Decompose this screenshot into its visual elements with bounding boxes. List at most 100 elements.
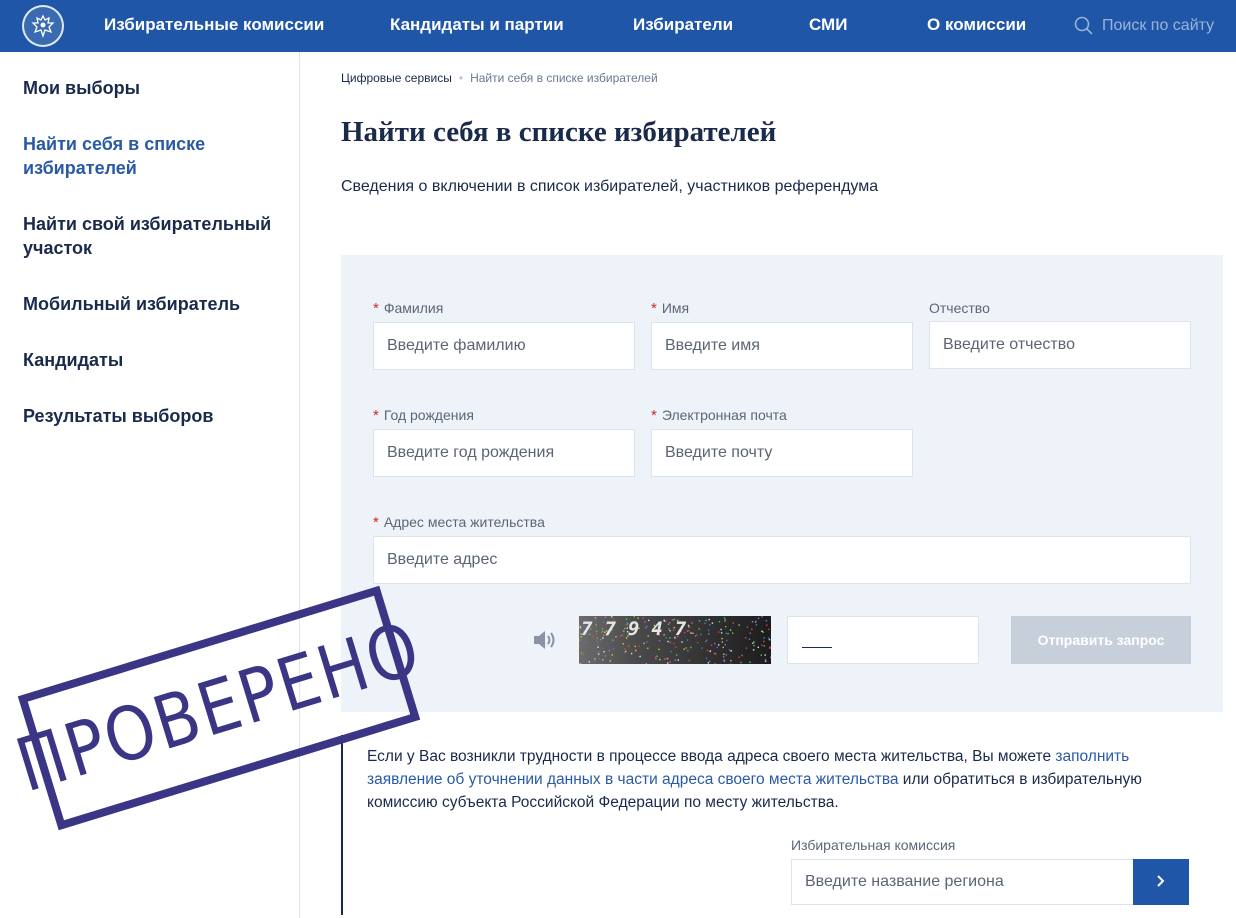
captcha-noise-dot (676, 654, 678, 656)
captcha-noise-dot (721, 637, 723, 640)
captcha-noise-dot (630, 652, 633, 655)
captcha-noise-dot (724, 644, 726, 646)
emblem-logo[interactable] (22, 5, 64, 47)
captcha-noise-dot (698, 620, 701, 622)
captcha-noise-dot (656, 655, 658, 657)
captcha-noise-dot (726, 639, 728, 642)
captcha-noise-dot (664, 658, 666, 660)
captcha-noise-dot (761, 630, 763, 632)
captcha-noise-dot (718, 644, 720, 646)
required-mark: * (651, 300, 657, 317)
nav-item-about[interactable]: О комиссии (927, 15, 1026, 35)
birth-year-label: * Год рождения (373, 407, 474, 424)
search-input[interactable] (1102, 17, 1232, 35)
search-icon[interactable] (1074, 16, 1094, 36)
captcha-input-field[interactable] (787, 616, 979, 664)
captcha-noise-dot (761, 616, 763, 618)
captcha-noise-dot (647, 647, 649, 649)
sidebar-item-my-elections[interactable]: Мои выборы (23, 76, 283, 100)
captcha-noise-dot (708, 618, 710, 621)
breadcrumb-link-digital-services[interactable]: Цифровые сервисы (341, 71, 452, 85)
required-mark: * (373, 407, 379, 424)
captcha-code: 77947 (581, 618, 699, 640)
region-search-input[interactable] (791, 859, 1134, 905)
captcha-noise-dot (581, 654, 584, 656)
captcha-noise-dot (588, 661, 590, 663)
captcha-noise-dot (705, 657, 708, 660)
captcha-noise-dot (752, 642, 754, 644)
captcha-noise-dot (609, 660, 611, 662)
top-navigation: Избирательные комиссии Кандидаты и парти… (0, 0, 1236, 52)
captcha-noise-dot (727, 632, 729, 635)
captcha-noise-dot (701, 647, 703, 649)
captcha-noise-dot (604, 655, 607, 657)
captcha-noise-dot (594, 658, 596, 660)
captcha-noise-dot (770, 656, 771, 659)
captcha-noise-dot (709, 650, 711, 653)
captcha-noise-dot (748, 638, 751, 640)
captcha-noise-dot (673, 642, 675, 645)
captcha-noise-dot (751, 628, 753, 631)
captcha-noise-dot (704, 622, 706, 624)
nav-item-commissions[interactable]: Избирательные комиссии (104, 15, 324, 35)
captcha-image: 77947 (579, 616, 771, 664)
email-label: * Электронная почта (651, 407, 787, 424)
captcha-noise-dot (643, 642, 645, 645)
breadcrumb-separator: • (458, 71, 464, 85)
sidebar-item-mobile-voter[interactable]: Мобильный избиратель (23, 292, 283, 316)
captcha-noise-dot (718, 621, 721, 623)
captcha-noise-dot (669, 641, 671, 644)
captcha-noise-dot (658, 639, 661, 642)
captcha-noise-dot (623, 651, 626, 653)
captcha-noise-dot (683, 648, 685, 650)
captcha-noise-dot (744, 637, 747, 639)
required-mark: * (651, 407, 657, 424)
captcha-noise-dot (749, 632, 751, 634)
captcha-noise-dot (608, 649, 611, 652)
captcha-noise-dot (639, 655, 641, 658)
speaker-icon (534, 631, 555, 649)
lastname-label: * Фамилия (373, 300, 444, 317)
nav-item-media[interactable]: СМИ (809, 15, 847, 35)
commission-label: Избирательная комиссия (791, 837, 956, 853)
captcha-noise-dot (667, 640, 669, 643)
captcha-noise-dot (720, 632, 723, 634)
sidebar-item-find-in-voter-list[interactable]: Найти себя в списке избирателей (23, 132, 283, 180)
address-field[interactable] (373, 536, 1191, 584)
captcha-noise-dot (690, 646, 692, 649)
captcha-noise-dot (725, 626, 727, 628)
sidebar-item-election-results[interactable]: Результаты выборов (23, 404, 283, 428)
nav-item-voters[interactable]: Избиратели (633, 15, 733, 35)
captcha-noise-dot (757, 617, 760, 619)
breadcrumb-current: Найти себя в списке избирателей (470, 71, 658, 85)
captcha-noise-dot (677, 659, 679, 661)
birth-year-field[interactable] (373, 429, 635, 477)
captcha-noise-dot (628, 645, 630, 648)
submit-request-button[interactable]: Отправить запрос (1011, 616, 1191, 664)
captcha-noise-dot (768, 638, 771, 641)
captcha-noise-dot (700, 633, 702, 636)
captcha-noise-dot (763, 640, 765, 643)
captcha-noise-dot (769, 647, 771, 649)
captcha-noise-dot (730, 650, 732, 652)
captcha-noise-dot (764, 660, 767, 662)
patronymic-field[interactable] (929, 321, 1191, 369)
region-search-button[interactable] (1133, 859, 1189, 905)
sidebar-item-candidates[interactable]: Кандидаты (23, 348, 283, 372)
captcha-noise-dot (603, 651, 605, 653)
captcha-noise-dot (596, 640, 598, 643)
chevron-right-icon (1157, 874, 1165, 887)
nav-item-candidates-parties[interactable]: Кандидаты и партии (390, 15, 564, 35)
email-field[interactable] (651, 429, 913, 477)
sidebar-item-find-polling-station[interactable]: Найти свой избирательный участок (23, 212, 283, 260)
captcha-noise-dot (634, 645, 636, 648)
captcha-noise-dot (746, 626, 749, 628)
firstname-field[interactable] (651, 322, 913, 370)
captcha-noise-dot (681, 641, 683, 643)
lastname-field[interactable] (373, 322, 635, 370)
captcha-noise-dot (710, 644, 713, 646)
required-mark: * (373, 300, 379, 317)
audio-captcha-button[interactable] (532, 628, 560, 657)
captcha-noise-dot (611, 654, 613, 656)
captcha-noise-dot (745, 647, 748, 649)
